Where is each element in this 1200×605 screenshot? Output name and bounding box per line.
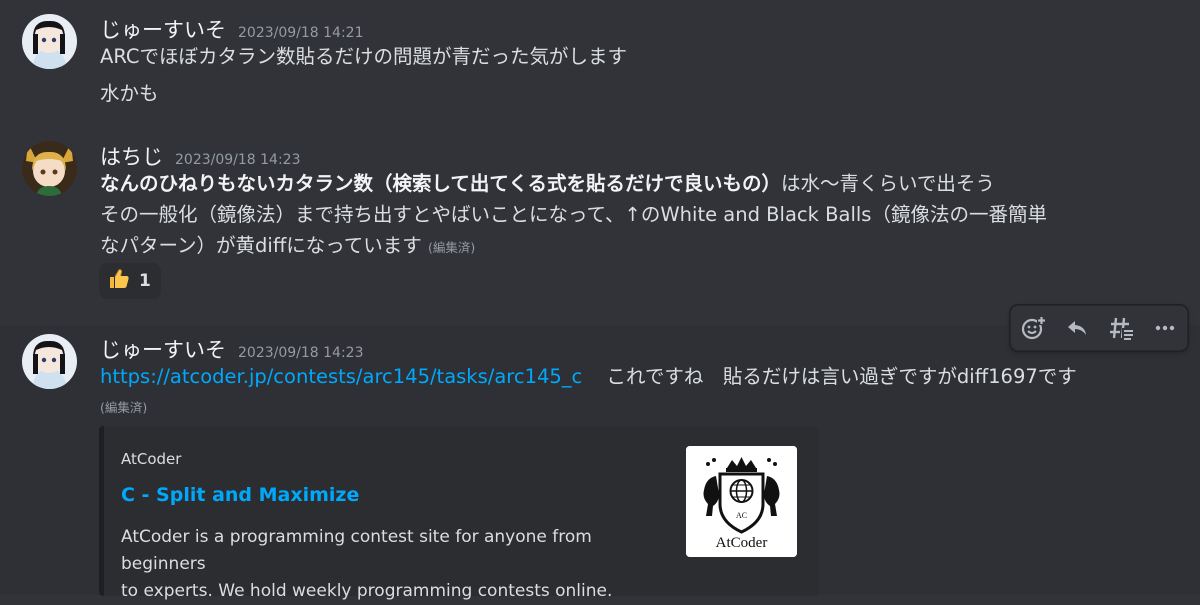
- username[interactable]: じゅーすいそ: [100, 334, 226, 364]
- message-text: なんのひねりもないカタラン数（検索して出てくる式を貼るだけで良いもの）は水〜青く…: [100, 169, 995, 199]
- message-header: じゅーすいそ 2023/09/18 14:23: [100, 334, 364, 362]
- edited-label: (編集済): [100, 400, 148, 415]
- add-reaction-icon: [1021, 316, 1046, 340]
- embed-thumbnail[interactable]: AC AtCoder: [686, 446, 797, 557]
- embed-description: AtCoder is a programming contest site fo…: [121, 524, 681, 605]
- more-icon: [1155, 325, 1175, 331]
- avatar[interactable]: [22, 141, 77, 196]
- message-text: https://atcoder.jp/contests/arc145/tasks…: [100, 362, 1077, 392]
- message-text-rest: これですね 貼るだけは言い過ぎですがdiff1697です: [606, 365, 1077, 388]
- message-text: ARCでほぼカタラン数貼るだけの問題が青だった気がします: [100, 45, 628, 68]
- message-header: じゅーすいそ 2023/09/18 14:21: [100, 14, 364, 42]
- bold-text: なんのひねりもないカタラン数（検索して出てくる式を貼るだけで良いもの）: [100, 172, 781, 195]
- embed-description-line: to experts. We hold weekly programming c…: [121, 581, 613, 601]
- embed-title[interactable]: C - Split and Maximize: [121, 484, 359, 506]
- message-text-rest: は水〜青くらいで出そう: [780, 172, 995, 195]
- reply-icon: [1068, 321, 1086, 335]
- message-text: なパターン）が黄diffになっています (編集済): [100, 231, 475, 263]
- edited-line: (編集済): [100, 396, 147, 418]
- avatar[interactable]: [22, 334, 77, 389]
- embed-provider[interactable]: AtCoder: [121, 450, 181, 468]
- message-text: 水かも: [100, 82, 159, 105]
- link-embed: AtCoder C - Split and Maximize AtCoder i…: [99, 426, 819, 601]
- reaction-count: 1: [139, 271, 151, 291]
- embed-description-line: AtCoder is a programming contest site fo…: [121, 527, 592, 574]
- message-header: はちじ 2023/09/18 14:23: [100, 141, 301, 169]
- reply-button[interactable]: [1059, 310, 1095, 346]
- message-text-line3: なパターン）が黄diffになっています: [100, 234, 422, 257]
- svg-text:AC: AC: [736, 511, 747, 520]
- thumbnail-text: AtCoder: [716, 535, 768, 551]
- message-group-1: じゅーすいそ 2023/09/18 14:21 ARCでほぼカタラン数貼るだけの…: [0, 0, 1200, 125]
- message-actions-toolbar: [1010, 305, 1188, 351]
- thumbs-up-icon: [107, 267, 131, 295]
- timestamp[interactable]: 2023/09/18 14:21: [238, 25, 364, 41]
- avatar[interactable]: [22, 14, 77, 69]
- message-group-2: はちじ 2023/09/18 14:23 なんのひねりもないカタラン数（検索して…: [0, 125, 1200, 325]
- more-button[interactable]: [1147, 310, 1183, 346]
- reaction-thumbs-up[interactable]: 1: [99, 263, 161, 299]
- add-reaction-button[interactable]: [1015, 310, 1051, 346]
- timestamp[interactable]: 2023/09/18 14:23: [238, 345, 364, 361]
- username[interactable]: じゅーすいそ: [100, 14, 226, 44]
- problem-link[interactable]: https://atcoder.jp/contests/arc145/tasks…: [100, 365, 582, 388]
- atcoder-logo-icon: AC AtCoder: [686, 446, 797, 557]
- create-thread-button[interactable]: [1103, 310, 1139, 346]
- edited-label: (編集済): [427, 240, 476, 255]
- timestamp[interactable]: 2023/09/18 14:23: [175, 152, 301, 168]
- username[interactable]: はちじ: [100, 141, 163, 171]
- message-text: その一般化（鏡像法）まで持ち出すとやばいことになって、↑のWhite and B…: [100, 203, 1047, 226]
- create-thread-icon: [1110, 317, 1133, 340]
